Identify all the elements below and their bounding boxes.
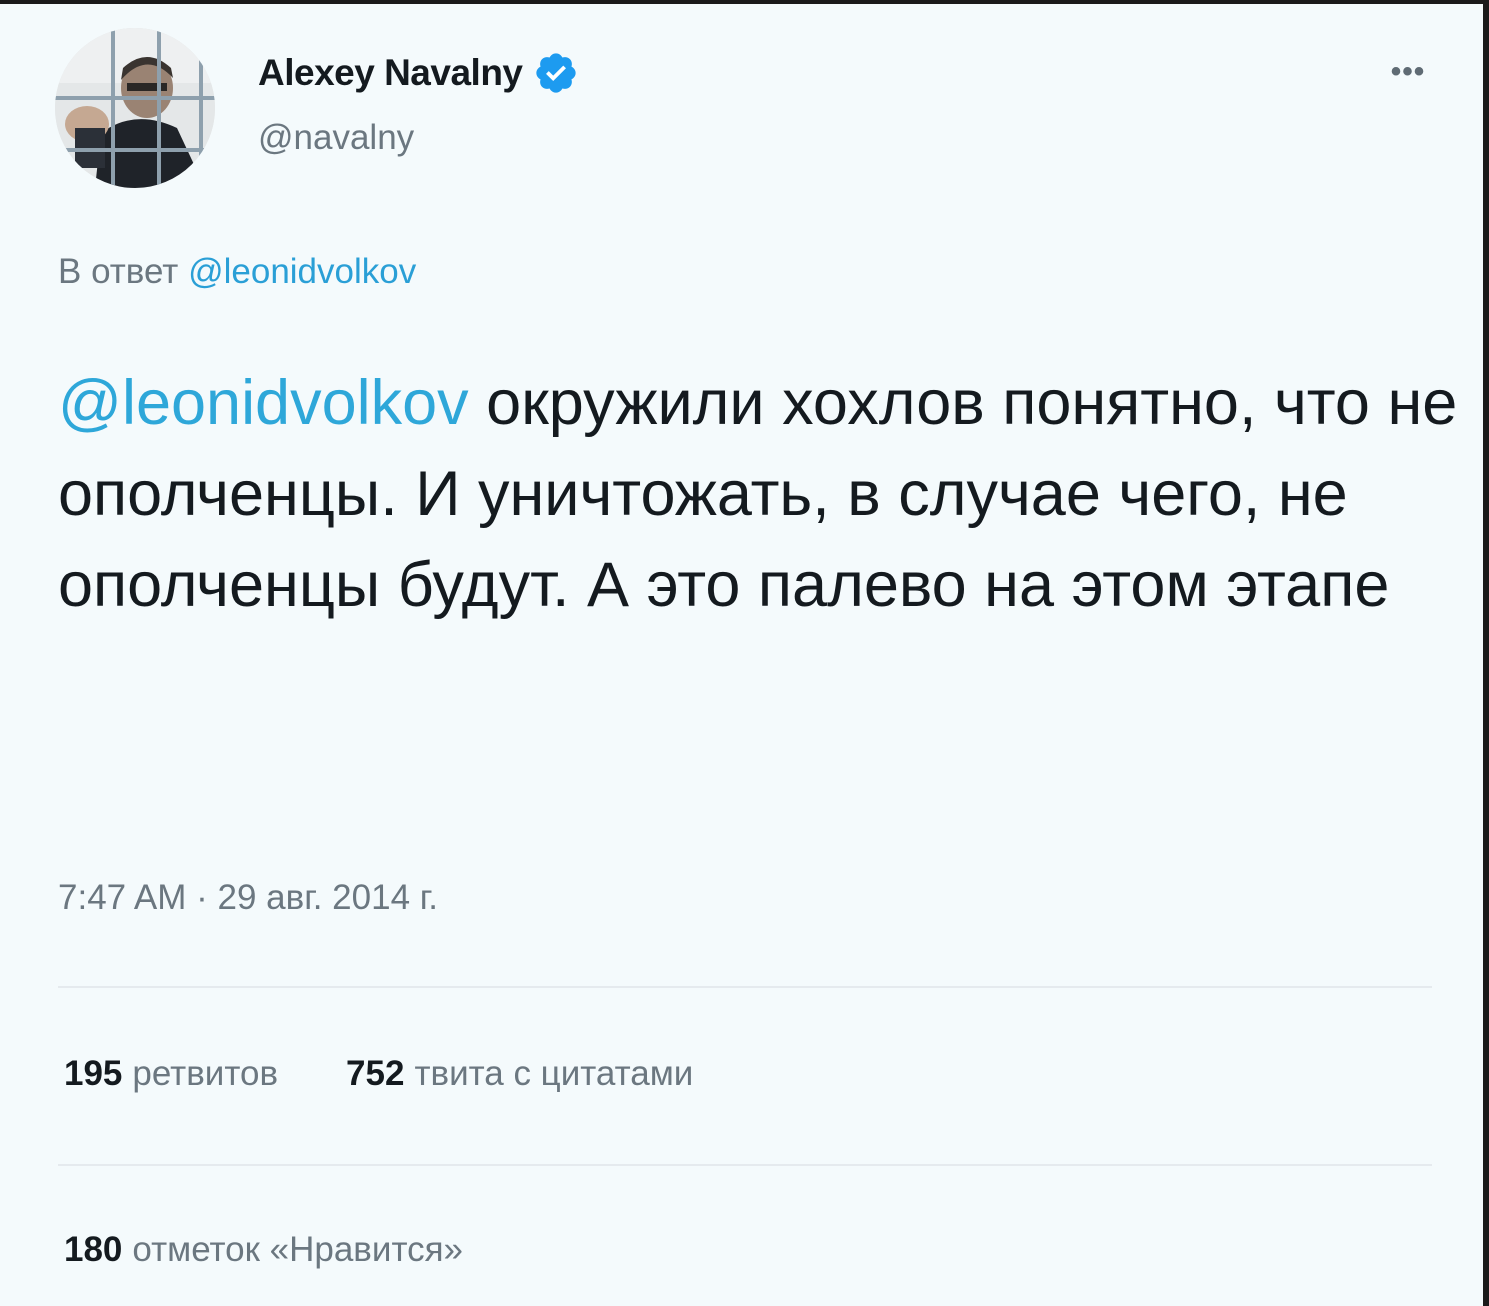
author-name-row[interactable]: Alexey Navalny	[258, 48, 579, 98]
quotes-count: 752	[346, 1054, 405, 1093]
engagement-stats: 195 ретвитов 752 твита с цитатами	[64, 1054, 693, 1094]
quotes-stat[interactable]: 752 твита с цитатами	[346, 1054, 693, 1094]
author-handle[interactable]: @navalny	[258, 118, 414, 158]
likes-count: 180	[64, 1230, 123, 1269]
tweet-timestamp[interactable]: 7:47 AM · 29 авг. 2014 г.	[58, 878, 438, 918]
likes-label: отметок «Нравится»	[132, 1230, 464, 1269]
quotes-label: твита с цитатами	[414, 1054, 694, 1093]
right-frame-border	[1483, 0, 1489, 1306]
reply-prefix: В ответ	[58, 252, 179, 291]
reply-context: В ответ @leonidvolkov	[58, 252, 416, 292]
verified-badge-icon	[533, 50, 579, 96]
divider	[58, 1164, 1432, 1166]
avatar[interactable]	[55, 28, 215, 188]
retweets-count: 195	[64, 1054, 123, 1093]
likes-stat[interactable]: 180 отметок «Нравится»	[64, 1230, 463, 1270]
top-frame-border	[0, 0, 1489, 4]
retweets-stat[interactable]: 195 ретвитов	[64, 1054, 278, 1094]
divider	[58, 986, 1432, 988]
reply-mention-link[interactable]: @leonidvolkov	[188, 252, 416, 291]
more-horizontal-icon[interactable]: •••	[1378, 52, 1438, 92]
tweet-text: @leonidvolkov окружили хохлов понятно, ч…	[58, 358, 1458, 631]
retweets-label: ретвитов	[132, 1054, 279, 1093]
tweet-mention-link[interactable]: @leonidvolkov	[58, 368, 469, 438]
display-name[interactable]: Alexey Navalny	[258, 52, 523, 94]
